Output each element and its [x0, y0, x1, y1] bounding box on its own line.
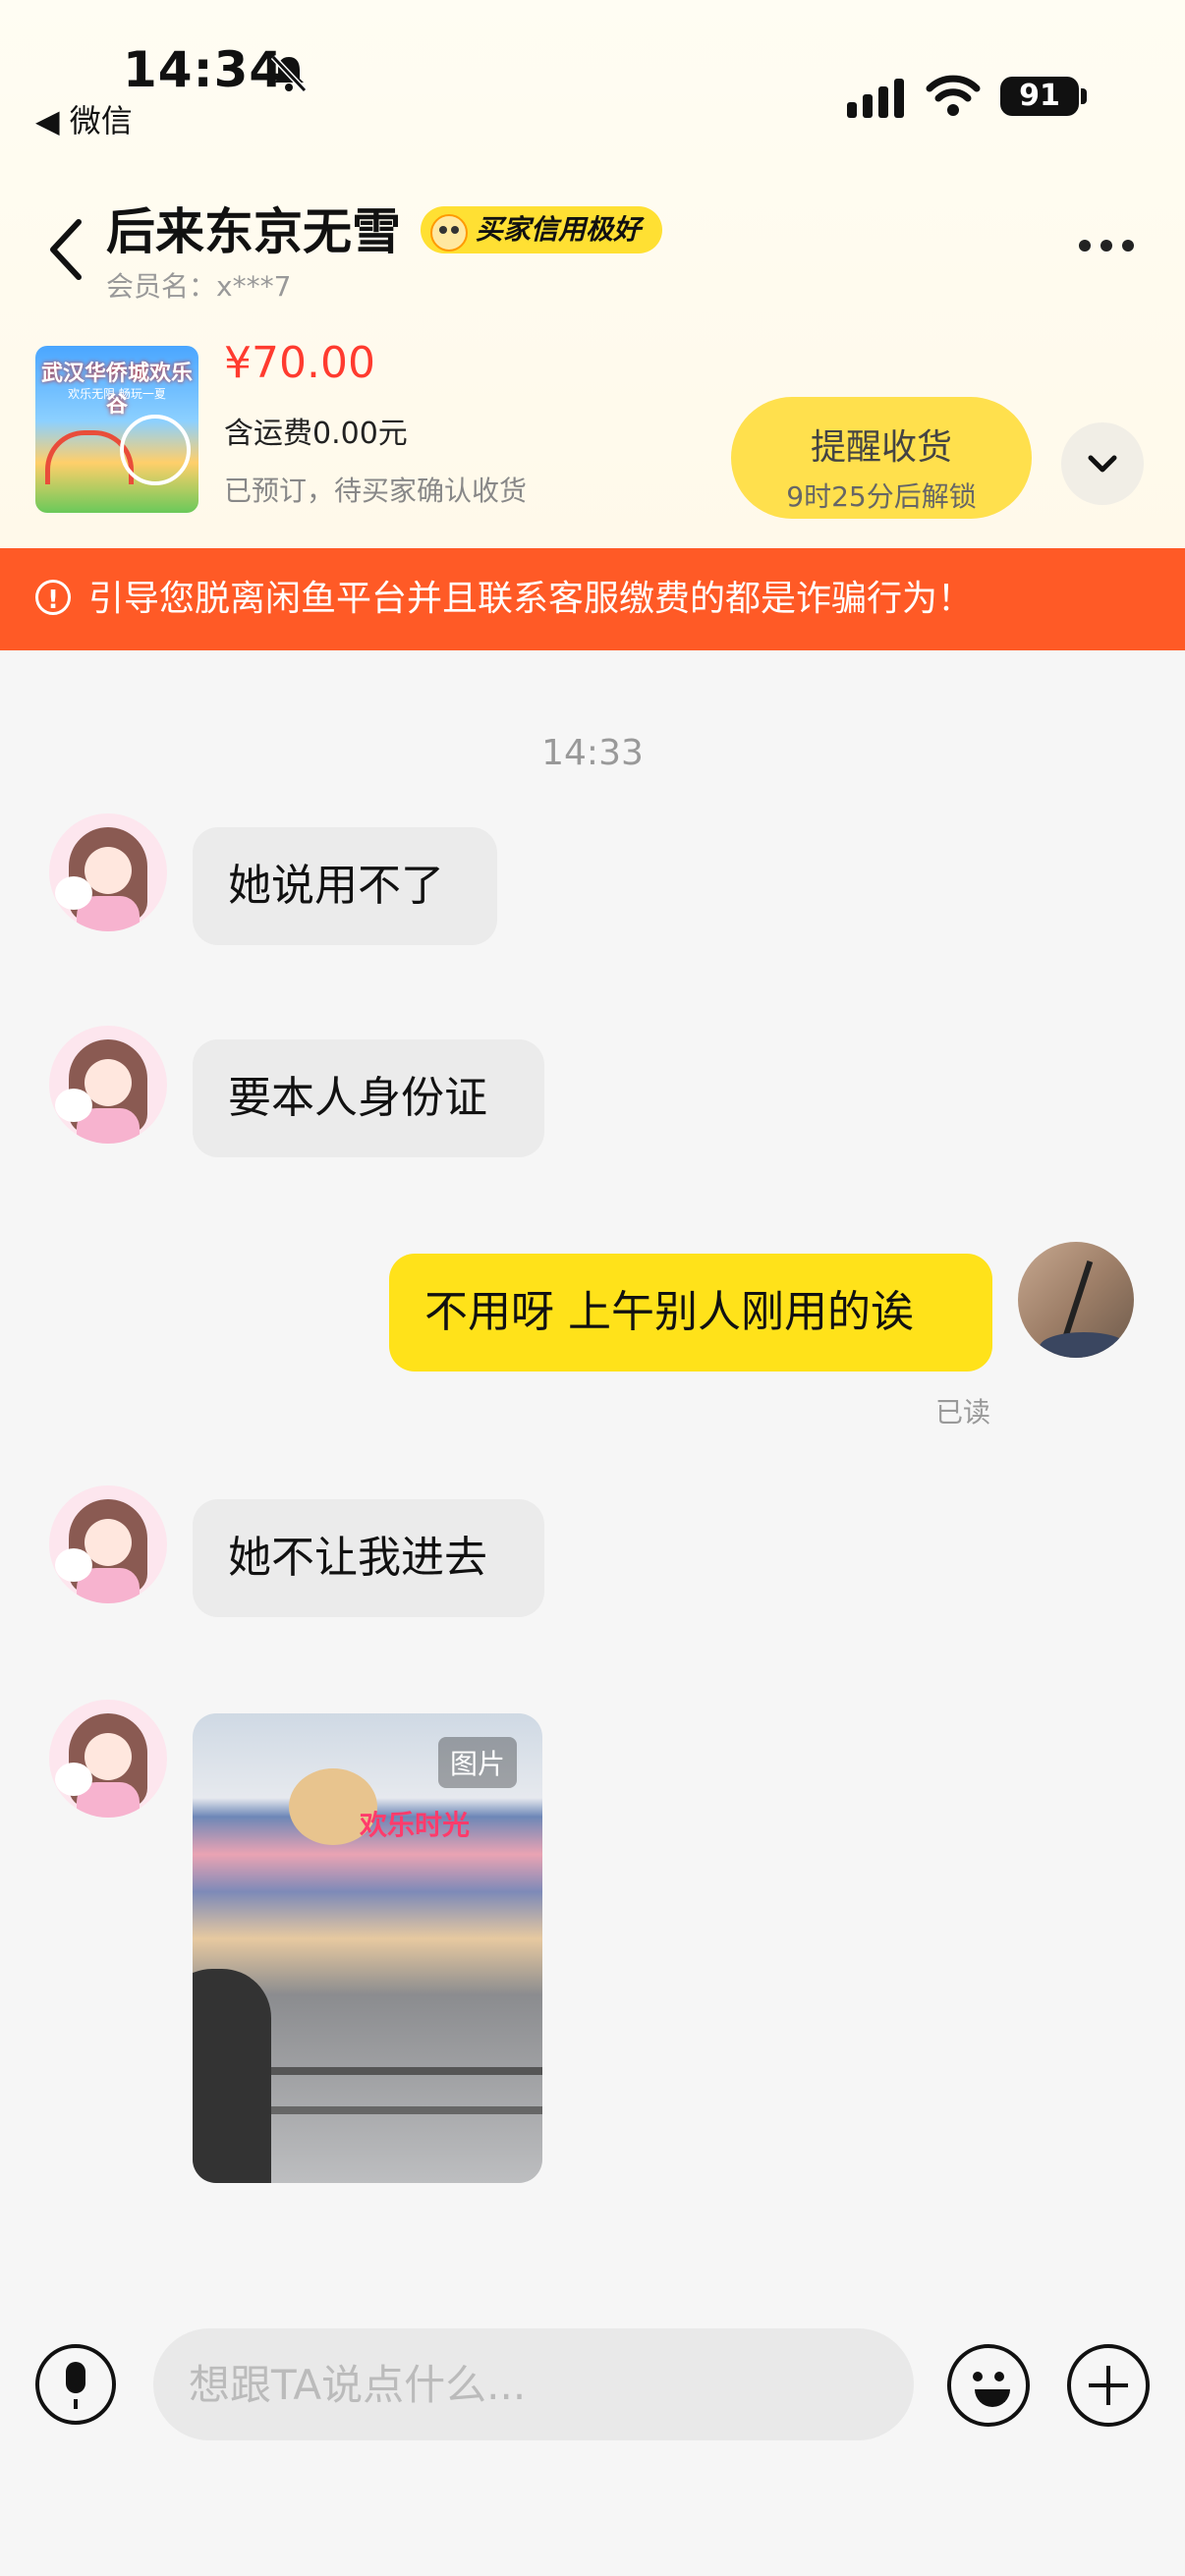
fraud-warning-text: 引导您脱离闲鱼平台并且联系客服缴费的都是诈骗行为！ — [88, 579, 974, 619]
remind-unlock-timer: 9时25分后解锁 — [786, 480, 977, 513]
buyer-credit-badge: 买家信用极好 — [421, 206, 663, 253]
back-to-wechat-link[interactable]: ◀ 微信 — [35, 96, 133, 141]
order-price: ¥70.00 — [224, 338, 375, 388]
person-silhouette — [193, 1969, 271, 2183]
add-more-icon[interactable] — [1067, 2344, 1150, 2427]
back-arrow-icon[interactable] — [43, 210, 92, 289]
buyer-credit-label: 买家信用极好 — [476, 213, 642, 246]
fraud-warning-banner: 引导您脱离闲鱼平台并且联系客服缴费的都是诈骗行为！ — [0, 548, 1185, 651]
partner-avatar[interactable] — [49, 1485, 167, 1603]
message-timestamp: 14:33 — [541, 733, 644, 773]
my-avatar[interactable] — [1018, 1242, 1134, 1358]
chat-partner-name[interactable]: 后来东京无雪 — [106, 193, 401, 263]
more-options-icon[interactable] — [1075, 236, 1138, 255]
signal-icon — [847, 79, 904, 118]
emoji-icon[interactable] — [947, 2344, 1030, 2427]
product-thumbnail[interactable]: 武汉华侨城欢乐谷 欢乐无限 畅玩一夏 — [35, 346, 198, 513]
partner-avatar[interactable] — [49, 1700, 167, 1818]
smiley-icon — [430, 214, 468, 252]
partner-avatar[interactable] — [49, 1026, 167, 1144]
chevron-down-icon — [1088, 455, 1117, 473]
message-input[interactable] — [153, 2328, 914, 2440]
my-message-bubble[interactable]: 不用呀 上午别人刚用的诶 — [389, 1254, 992, 1372]
shipping-fee: 含运费0.00元 — [224, 417, 408, 451]
voice-input-icon[interactable] — [35, 2344, 116, 2425]
remind-receipt-label: 提醒收货 — [810, 427, 952, 468]
warning-icon — [35, 549, 71, 651]
order-status: 已预订，待买家确认收货 — [224, 475, 528, 507]
photo-sign-text: 欢乐时光 — [360, 1809, 471, 1841]
expand-order-button[interactable] — [1061, 422, 1144, 505]
ferris-wheel-graphic — [120, 415, 191, 485]
product-thumbnail-subtitle: 欢乐无限 畅玩一夏 — [68, 387, 166, 401]
status-time: 14:34 — [123, 41, 285, 98]
message-bubble[interactable]: 要本人身份证 — [193, 1039, 544, 1157]
partner-avatar[interactable] — [49, 813, 167, 931]
image-tag: 图片 — [437, 1737, 517, 1788]
message-bubble[interactable]: 她说用不了 — [193, 827, 497, 945]
railing-graphic — [252, 2106, 542, 2114]
wifi-icon — [926, 75, 981, 116]
message-bubble[interactable]: 她不让我进去 — [193, 1499, 544, 1617]
mute-bell-icon — [270, 54, 308, 93]
image-message[interactable]: 欢乐时光 图片 — [193, 1713, 542, 2183]
railing-graphic — [252, 2067, 542, 2075]
remind-receipt-button[interactable]: 提醒收货 9时25分后解锁 — [731, 397, 1032, 519]
member-name: 会员名：x***7 — [106, 270, 292, 303]
battery-indicator: 91 — [1000, 77, 1087, 116]
read-receipt: 已读 — [935, 1396, 991, 1428]
